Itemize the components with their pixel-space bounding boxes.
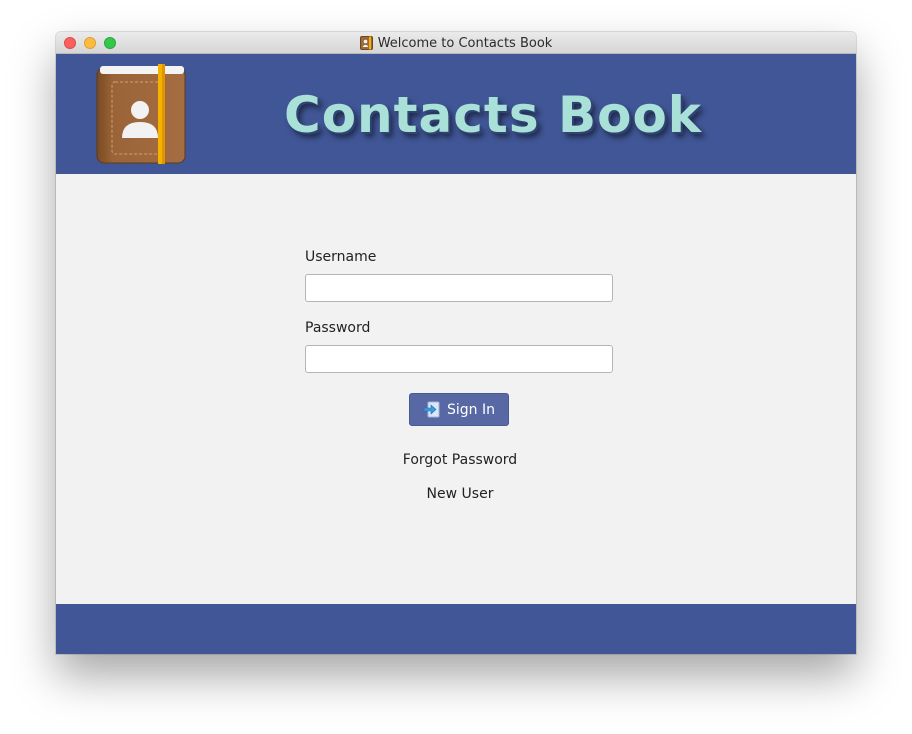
username-label: Username xyxy=(305,249,377,265)
footer-bar xyxy=(56,604,856,654)
forgot-password-link[interactable]: Forgot Password xyxy=(56,452,856,468)
username-input[interactable] xyxy=(305,274,613,302)
new-user-link[interactable]: New User xyxy=(56,486,856,502)
app-brand-title: Contacts Book xyxy=(284,86,703,144)
sign-in-button[interactable]: Sign In xyxy=(409,393,509,426)
password-input[interactable] xyxy=(305,345,613,373)
app-window: Welcome to Contacts Book Contacts Book U… xyxy=(56,32,856,654)
login-form: Username Password xyxy=(305,247,613,373)
sign-in-arrow-icon xyxy=(423,401,440,418)
header-banner: Contacts Book xyxy=(56,54,856,174)
window-title: Welcome to Contacts Book xyxy=(377,35,553,51)
contacts-book-logo-icon xyxy=(96,64,186,164)
password-label: Password xyxy=(305,320,371,336)
contacts-book-icon xyxy=(359,36,373,50)
sign-in-label: Sign In xyxy=(447,401,495,418)
window-title-group: Welcome to Contacts Book xyxy=(56,32,856,54)
title-bar[interactable]: Welcome to Contacts Book xyxy=(56,32,856,54)
